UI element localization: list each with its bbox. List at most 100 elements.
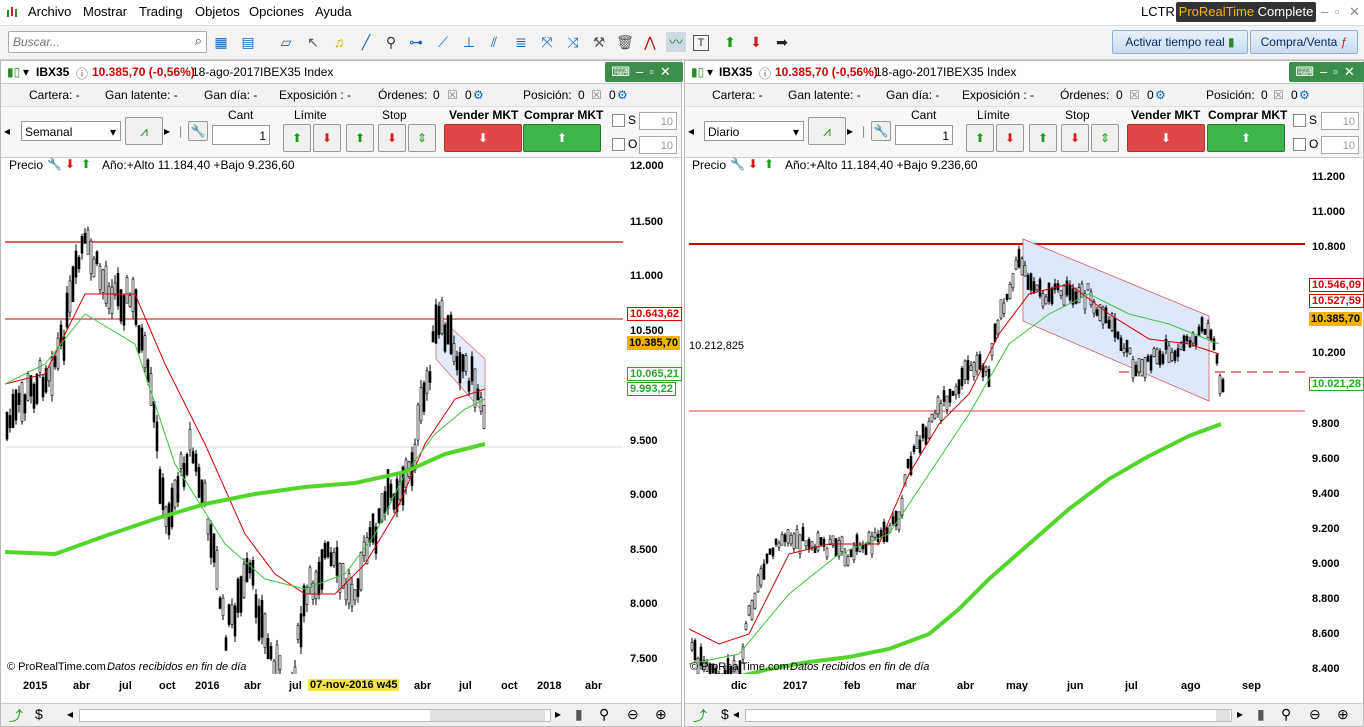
screener-icon[interactable]: ▤ — [238, 32, 258, 52]
cursor-sync-icon[interactable]: $ — [721, 706, 729, 722]
zoom-fit-icon[interactable]: ⚲ — [599, 706, 609, 723]
buy-stop-icon[interactable]: ⬆ — [1029, 124, 1057, 152]
dropdown-icon[interactable]: ▾ — [23, 65, 29, 79]
scroll-left-icon[interactable]: ◂ — [67, 707, 73, 721]
channel-tool-icon[interactable]: ⫽ — [484, 32, 504, 52]
buy-limit-icon[interactable]: ⬆ — [283, 124, 311, 152]
legend-tools-icon[interactable]: 🔧 — [47, 157, 62, 171]
projection-icon[interactable]: ⤧ — [537, 32, 557, 52]
search-box[interactable]: ⌕ — [8, 31, 207, 53]
sell-mkt-button[interactable]: ⬇ — [1127, 124, 1205, 152]
sell-arrow-icon[interactable]: ⬇ — [746, 32, 766, 52]
symbol-name[interactable]: IBX35 — [719, 65, 752, 79]
info-icon[interactable]: ⓘ — [76, 65, 88, 82]
symbol-name[interactable]: IBX35 — [36, 65, 69, 79]
search-input[interactable] — [9, 32, 185, 52]
sell-limit-icon[interactable]: ⬇ — [313, 124, 341, 152]
buy-sell-button[interactable]: Compra/Venta ƒ — [1250, 30, 1358, 54]
search-icon[interactable]: ⌕ — [195, 33, 202, 49]
window-controls[interactable]: ⌨–▫✕ — [605, 62, 683, 82]
buy-mkt-button[interactable]: ⬆ — [523, 124, 601, 152]
minimize-icon[interactable]: – — [1321, 4, 1328, 19]
o-quantity[interactable]: 10 — [639, 136, 677, 154]
buy-limit-icon[interactable]: ⬆ — [966, 124, 994, 152]
buy-stop-icon[interactable]: ⬆ — [346, 124, 374, 152]
line-tool-icon[interactable]: ╱ — [356, 32, 376, 52]
fibonacci-icon[interactable]: ≣ — [511, 32, 531, 52]
position-gear-icon[interactable]: ⚙ — [1299, 88, 1310, 102]
s-quantity[interactable]: 10 — [1321, 112, 1359, 130]
restore-icon[interactable]: ▫ — [1335, 4, 1340, 19]
replay-icon[interactable]: ⤴ — [693, 706, 707, 726]
close-orders-icon[interactable]: ☒ — [447, 88, 458, 102]
cursor-sync-icon[interactable]: $ — [35, 706, 43, 722]
vline-tool-icon[interactable]: ⊥ — [459, 32, 479, 52]
legend-sell-icon[interactable]: ⬇ — [748, 157, 758, 171]
trendline-icon[interactable]: ⟋ — [433, 32, 453, 52]
close-icon[interactable]: ✕ — [1349, 4, 1360, 20]
horizontal-scrollbar[interactable] — [745, 709, 1232, 722]
dropdown-icon[interactable]: ▾ — [707, 65, 713, 79]
new-chart-icon[interactable]: ▦ — [211, 32, 231, 52]
scroll-left-icon[interactable]: ◂ — [733, 707, 739, 721]
s-checkbox[interactable] — [1293, 114, 1306, 127]
s-checkbox[interactable] — [612, 114, 625, 127]
zoom-out-icon[interactable]: ⊖ — [1309, 706, 1321, 723]
candle-type-icon[interactable]: ▮ — [575, 706, 583, 723]
scroll-right-icon[interactable]: ▸ — [1237, 707, 1243, 721]
replay-icon[interactable]: ⤴ — [9, 706, 23, 726]
close-orders-icon[interactable]: ☒ — [1129, 88, 1140, 102]
zoom-out-icon[interactable]: ⊖ — [627, 706, 639, 723]
info-icon[interactable]: ⓘ — [759, 65, 771, 82]
trailing-stop-icon[interactable]: ⇕ — [408, 124, 436, 152]
trash-icon[interactable]: 🗑 — [615, 32, 635, 52]
wrench-icon[interactable]: 🔧 — [871, 121, 891, 141]
ruler-icon[interactable]: ▱ — [276, 32, 296, 52]
candle-type-icon[interactable]: ▮ — [1257, 706, 1265, 723]
price-legend[interactable]: Precio — [9, 158, 43, 172]
settings-gear-icon[interactable]: ⚙ — [473, 88, 484, 102]
buy-mkt-button[interactable]: ⬆ — [1207, 124, 1285, 152]
legend-buy-icon[interactable]: ⬆ — [81, 157, 91, 171]
close-position-icon[interactable]: ☒ — [1273, 88, 1284, 102]
sell-mkt-button[interactable]: ⬇ — [444, 124, 522, 152]
menu-ayuda[interactable]: Ayuda — [315, 4, 352, 19]
indicator-icon[interactable]: 〰 — [666, 32, 686, 52]
chevron-icon[interactable]: ▸ — [164, 124, 170, 138]
o-quantity[interactable]: 10 — [1321, 136, 1359, 154]
collapse-left-icon[interactable]: ◂ — [4, 124, 10, 138]
period-select[interactable]: Semanal ▾ — [21, 121, 121, 141]
window-controls[interactable]: ⌨–▫✕ — [1289, 62, 1364, 82]
pointer-icon[interactable]: ↖ — [303, 32, 323, 52]
wrench-icon[interactable]: 🔧 — [188, 121, 208, 141]
sell-stop-icon[interactable]: ⬇ — [378, 124, 406, 152]
zoom-in-icon[interactable]: ⊕ — [655, 706, 667, 723]
account-label[interactable]: LCTR — [1141, 4, 1175, 19]
activate-realtime-button[interactable]: Activar tiempo real ▮ — [1112, 30, 1248, 54]
price-legend[interactable]: Precio — [692, 158, 726, 172]
weekly-candlestick-chart[interactable] — [5, 174, 625, 674]
buy-arrow-icon[interactable]: ⬆ — [720, 32, 740, 52]
position-gear-icon[interactable]: ⚙ — [617, 88, 628, 102]
zoom-in-icon[interactable]: ⊕ — [1337, 706, 1349, 723]
scroll-right-icon[interactable]: ▸ — [555, 707, 561, 721]
o-checkbox[interactable] — [612, 138, 625, 151]
chart-style-icon[interactable]: ⩘ — [808, 117, 846, 145]
chart-type-icon[interactable]: ▮▯ — [7, 65, 20, 79]
hline-tool-icon[interactable]: ⊶ — [406, 32, 426, 52]
close-position-icon[interactable]: ☒ — [591, 88, 602, 102]
pattern-icon[interactable]: ⋀ — [640, 32, 660, 52]
legend-sell-icon[interactable]: ⬇ — [65, 157, 75, 171]
quantity-input[interactable]: 1 — [895, 125, 953, 145]
chart-style-icon[interactable]: ⩘ — [125, 117, 163, 145]
menu-objetos[interactable]: Objetos — [195, 4, 240, 19]
menu-opciones[interactable]: Opciones — [249, 4, 304, 19]
text-tool-icon[interactable]: T — [693, 35, 709, 51]
zoom-icon[interactable]: ⚲ — [381, 32, 401, 52]
sell-limit-icon[interactable]: ⬇ — [996, 124, 1024, 152]
legend-buy-icon[interactable]: ⬆ — [764, 157, 774, 171]
daily-candlestick-chart[interactable] — [689, 174, 1307, 674]
chart-type-icon[interactable]: ▮▯ — [691, 65, 704, 79]
scrollbar-thumb[interactable] — [1216, 710, 1230, 721]
tools-icon[interactable]: ⚒ — [589, 32, 609, 52]
